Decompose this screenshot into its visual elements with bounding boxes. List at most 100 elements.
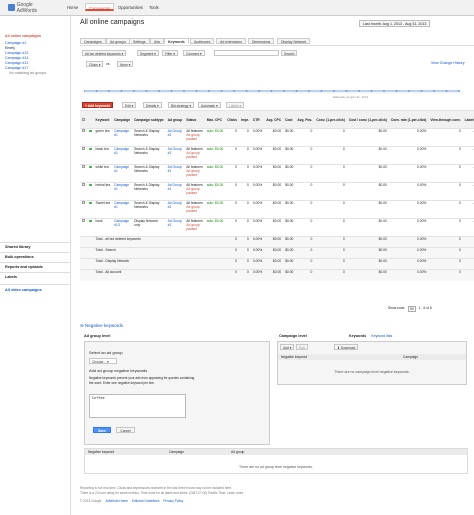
metric-cell-cpc[interactable]: auto: $0.00 bbox=[204, 200, 226, 219]
col-ctr[interactable]: CTR bbox=[250, 110, 265, 129]
sidebar-campaign[interactable]: Campaign #1 bbox=[5, 41, 26, 45]
metric-dropdown[interactable]: Clicks ▾ bbox=[86, 61, 104, 67]
col-view-through[interactable]: View-through conv. bbox=[428, 110, 463, 129]
tab-ad-groups[interactable]: Ad groups bbox=[106, 38, 130, 44]
search-button[interactable]: Search bbox=[281, 50, 298, 56]
col-avg-pos[interactable]: Avg. Pos. bbox=[295, 110, 315, 129]
footer-link-privacy[interactable]: Privacy Policy bbox=[163, 499, 183, 503]
ad-group-select[interactable]: Choose... ▾ bbox=[89, 358, 117, 364]
rows-per-page-select[interactable]: 50 bbox=[408, 306, 416, 312]
sidebar-all-campaigns[interactable]: All online campaigns bbox=[5, 34, 41, 38]
col-ag-campaign[interactable]: Campaign bbox=[169, 450, 184, 454]
col-ad-group[interactable]: Ad group bbox=[165, 110, 185, 129]
campaign-link[interactable]: Campaign #1 bbox=[112, 182, 133, 201]
tab-display-network[interactable]: Display Network bbox=[277, 38, 311, 44]
row-checkbox[interactable] bbox=[82, 165, 85, 168]
details-dropdown[interactable]: Details ▾ bbox=[143, 102, 162, 108]
campaign-link[interactable]: Campaign #1 bbox=[112, 164, 133, 183]
row-checkbox-cell[interactable] bbox=[80, 200, 87, 219]
filter-dropdown[interactable]: Filter ▾ bbox=[162, 50, 178, 56]
metric-cell-cpc[interactable]: auto: $0.00 bbox=[204, 146, 226, 165]
col-keyword[interactable]: Keyword bbox=[93, 110, 113, 129]
ad-group-link[interactable]: Ad Group #1 bbox=[165, 182, 185, 201]
col-avg-cpc[interactable]: Avg. CPC bbox=[264, 110, 284, 129]
metric-cell-cpc[interactable]: auto: $0.00 bbox=[204, 218, 226, 237]
automate-dropdown[interactable]: Automate ▾ bbox=[198, 102, 221, 108]
download-button[interactable]: ⬇ Download bbox=[334, 344, 359, 350]
negative-keywords-toggle[interactable]: ⊖ Negative keywords bbox=[80, 323, 123, 329]
col-max-cpc[interactable]: Max. CPC bbox=[204, 110, 226, 129]
sidebar-campaign[interactable]: Campaign #17 bbox=[5, 66, 28, 70]
keyword-cell[interactable]: green tea bbox=[93, 128, 113, 147]
col-negative-keyword[interactable]: Negative keyword bbox=[281, 355, 307, 359]
metric-cell-cpc[interactable]: auto: $0.00 bbox=[204, 128, 226, 147]
keyword-cell[interactable]: black tea bbox=[93, 146, 113, 165]
tab-audiences[interactable]: Audiences bbox=[190, 38, 215, 44]
sidebar-reports[interactable]: Reports and uploads bbox=[5, 265, 43, 269]
row-checkbox-cell[interactable] bbox=[80, 218, 87, 237]
keyword-cell[interactable]: Sweet tea bbox=[93, 200, 113, 219]
adwords-logo[interactable]: Google AdWords bbox=[8, 2, 52, 14]
col-status[interactable]: Status bbox=[184, 110, 205, 129]
add-keywords-button[interactable]: + Add keywords bbox=[82, 102, 114, 108]
cancel-button[interactable]: Cancel bbox=[116, 427, 135, 433]
campaign-link[interactable]: Campaign #13 bbox=[112, 218, 133, 237]
search-input[interactable] bbox=[214, 50, 279, 56]
row-checkbox[interactable] bbox=[82, 147, 85, 150]
ad-group-link[interactable]: Ad Group #1 bbox=[165, 164, 185, 183]
keyword-cell[interactable]: herbal tea bbox=[93, 182, 113, 201]
col-ag-negative-keyword[interactable]: Negative keyword bbox=[88, 450, 114, 454]
keyword-filter-dropdown[interactable]: All but deleted keywords ▾ bbox=[82, 50, 127, 56]
keyword-cell[interactable]: white tea bbox=[93, 164, 113, 183]
sidebar-labels[interactable]: Labels bbox=[5, 275, 17, 279]
add-campaign-negative-button[interactable]: Add ▾ bbox=[280, 344, 295, 350]
col-cost-conv[interactable]: Cost / conv. (1-per-click) bbox=[346, 110, 389, 129]
view-change-history-link[interactable]: View Change History bbox=[431, 61, 465, 65]
ad-group-link[interactable]: Ad Group #1 bbox=[165, 128, 185, 147]
row-checkbox-cell[interactable] bbox=[80, 128, 87, 147]
row-checkbox-cell[interactable] bbox=[80, 164, 87, 183]
tab-keyword-lists[interactable]: Keyword lists bbox=[371, 334, 392, 338]
col-labels[interactable]: Labels bbox=[462, 110, 474, 129]
labels-dropdown[interactable]: Labels ▾ bbox=[226, 102, 245, 108]
tab-settings[interactable]: Settings bbox=[129, 38, 150, 44]
col-campaign-subtype[interactable]: Campaign subtype bbox=[132, 110, 166, 129]
row-checkbox-cell[interactable] bbox=[80, 182, 87, 201]
campaign-link[interactable]: Campaign #1 bbox=[112, 146, 133, 165]
tab-dimensions[interactable]: Dimensions bbox=[248, 38, 275, 44]
metric-cell-cpc[interactable]: auto: $0.00 bbox=[204, 164, 226, 183]
sidebar-campaign[interactable]: Campaign #12 bbox=[5, 61, 28, 65]
row-checkbox[interactable] bbox=[82, 201, 85, 204]
sidebar-video-campaigns[interactable]: All video campaigns bbox=[5, 288, 42, 292]
save-button[interactable]: Save bbox=[93, 427, 111, 433]
col-impr[interactable]: Impr. bbox=[238, 110, 251, 129]
date-range-picker[interactable]: Last month: Aug 1, 2013 - Aug 31, 2013 bbox=[359, 20, 431, 27]
tab-keywords-negative[interactable]: Keywords bbox=[349, 334, 366, 338]
col-clicks[interactable]: Clicks bbox=[225, 110, 239, 129]
sidebar-shared-library[interactable]: Shared library bbox=[5, 245, 31, 249]
sidebar-campaign[interactable]: Emely bbox=[5, 46, 15, 50]
nav-campaigns[interactable]: Campaigns bbox=[85, 3, 115, 11]
col-campaign-negative[interactable]: Campaign bbox=[403, 355, 418, 359]
row-checkbox[interactable] bbox=[82, 183, 85, 186]
tab-keywords[interactable]: Keywords bbox=[164, 38, 189, 44]
nav-home[interactable]: Home bbox=[64, 3, 81, 11]
keyword-cell[interactable]: book bbox=[93, 218, 113, 237]
edit-campaign-negative-button[interactable]: Edit bbox=[296, 344, 308, 350]
col-conv-rate[interactable]: Conv. rate (1-per-click) bbox=[388, 110, 429, 129]
bid-strategy-dropdown[interactable]: Bid strategy ▾ bbox=[168, 102, 194, 108]
col-cost[interactable]: Cost bbox=[283, 110, 296, 129]
select-all-checkbox[interactable] bbox=[82, 117, 85, 121]
nav-tools[interactable]: Tools bbox=[146, 3, 162, 11]
metric-cell-cpc[interactable]: auto: $0.00 bbox=[204, 182, 226, 201]
footer-link-home[interactable]: AdWords Home bbox=[106, 499, 128, 503]
tab-ad-extensions[interactable]: Ad extensions bbox=[216, 38, 246, 44]
select-all-cell[interactable] bbox=[80, 110, 87, 129]
ad-group-link[interactable]: Ad Group #1 bbox=[165, 200, 185, 219]
row-checkbox-cell[interactable] bbox=[80, 146, 87, 165]
tab-ads[interactable]: Ads bbox=[150, 38, 165, 44]
sidebar-campaign[interactable]: Campaign #14 bbox=[5, 56, 28, 60]
edit-dropdown[interactable]: Edit ▾ bbox=[122, 102, 137, 108]
col-campaign[interactable]: Campaign bbox=[112, 110, 133, 129]
columns-dropdown[interactable]: Columns ▾ bbox=[183, 50, 205, 56]
